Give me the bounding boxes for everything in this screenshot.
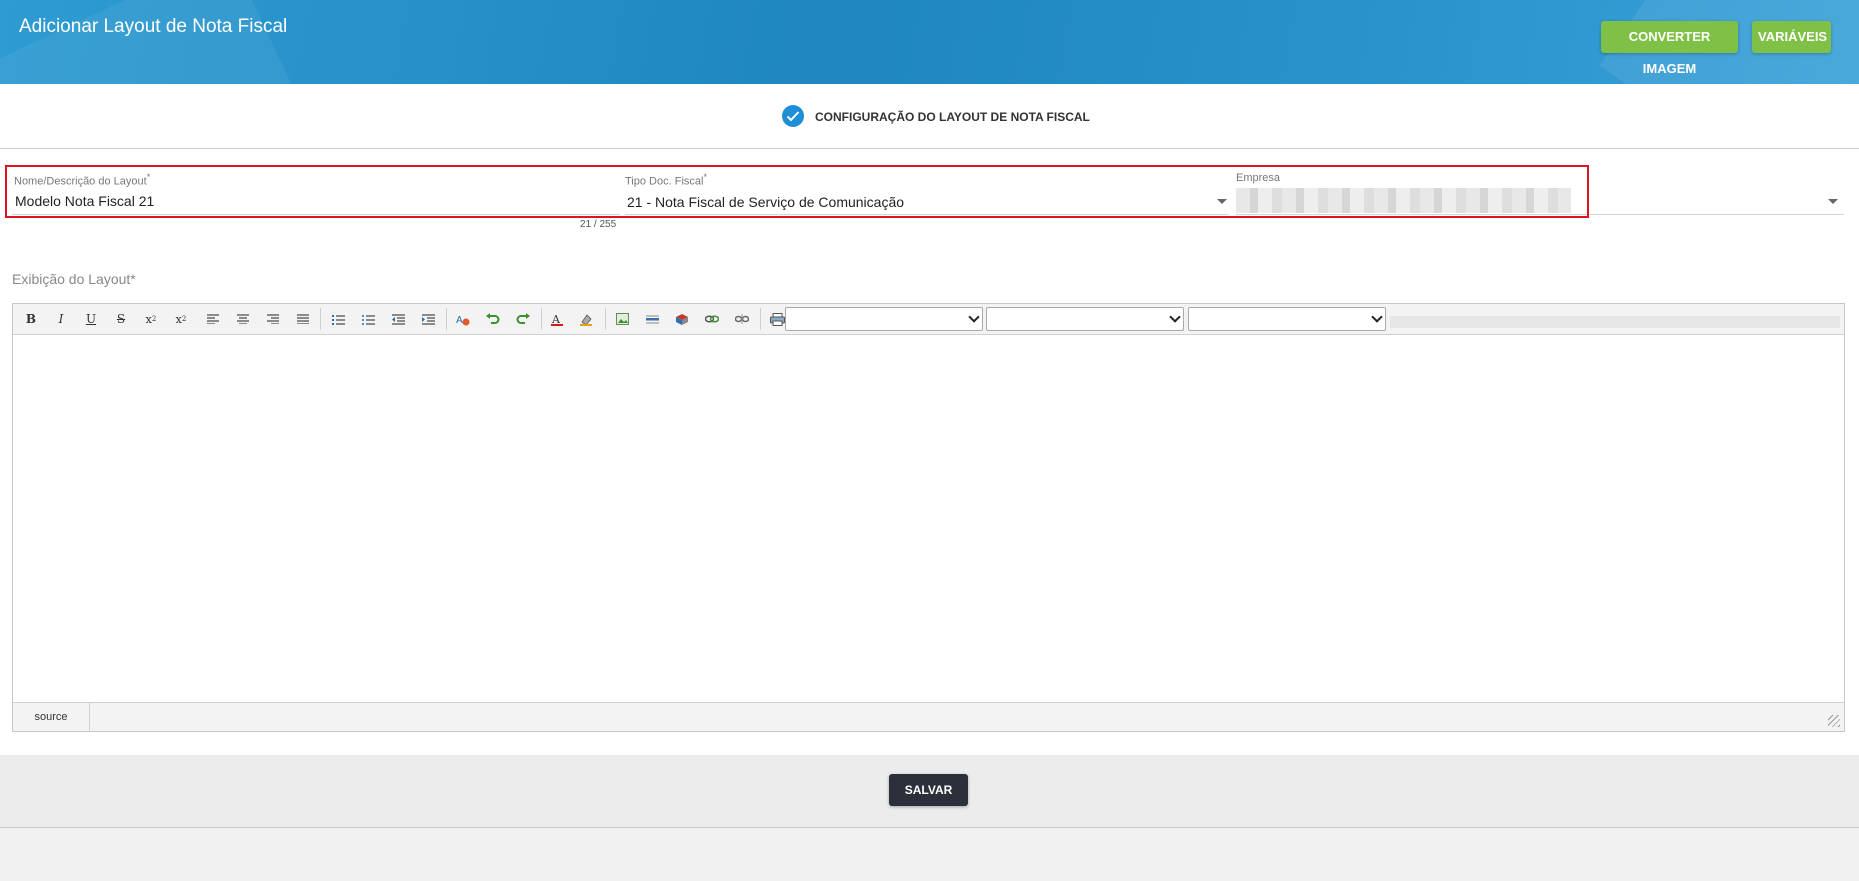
- italic-icon[interactable]: I: [50, 309, 72, 329]
- form-footer: SALVAR: [0, 755, 1859, 828]
- align-right-icon[interactable]: [262, 309, 284, 329]
- chevron-down-icon: [1371, 311, 1383, 323]
- header-decoration: [0, 0, 297, 84]
- step-label: CONFIGURAÇÃO DO LAYOUT DE NOTA FISCAL: [815, 110, 1090, 124]
- ordered-list-icon[interactable]: [327, 309, 349, 329]
- source-toggle-button[interactable]: source: [13, 703, 90, 731]
- underline-icon[interactable]: U: [80, 309, 102, 329]
- empresa-dropdown-icon[interactable]: [1828, 199, 1838, 204]
- align-justify-icon[interactable]: [292, 309, 314, 329]
- toolbar-separator: [760, 308, 761, 330]
- indent-icon[interactable]: [417, 309, 439, 329]
- strikethrough-icon[interactable]: S: [110, 309, 132, 329]
- save-button[interactable]: SALVAR: [889, 774, 968, 806]
- outdent-icon[interactable]: [387, 309, 409, 329]
- horizontal-rule-icon[interactable]: [641, 309, 663, 329]
- toolbar-separator: [541, 308, 542, 330]
- toolbar-separator: [320, 308, 321, 330]
- font-size-select[interactable]: [1188, 307, 1386, 331]
- link-icon[interactable]: [701, 309, 723, 329]
- convert-image-button[interactable]: CONVERTER IMAGEM: [1601, 21, 1738, 76]
- image-icon[interactable]: [611, 309, 633, 329]
- step-check-icon: [782, 105, 804, 127]
- page-header: Adicionar Layout de Nota Fiscal CONVERTE…: [0, 0, 1859, 84]
- unlink-icon[interactable]: [731, 309, 753, 329]
- highlight-color-icon[interactable]: [576, 309, 598, 329]
- toolbar-separator: [605, 308, 606, 330]
- chevron-down-icon: [1169, 311, 1181, 323]
- resize-grip-icon[interactable]: [1828, 715, 1840, 727]
- superscript-icon[interactable]: x2: [170, 309, 192, 329]
- editor-statusbar: source: [13, 702, 1844, 731]
- align-center-icon[interactable]: [232, 309, 254, 329]
- chevron-down-icon: [968, 311, 980, 323]
- editor-label: Exibição do Layout*: [12, 271, 136, 287]
- toolbar-filler: [1390, 316, 1840, 328]
- table-icon[interactable]: [671, 309, 693, 329]
- unordered-list-icon[interactable]: [357, 309, 379, 329]
- bold-icon[interactable]: B: [20, 309, 42, 329]
- font-color-icon[interactable]: A: [546, 309, 568, 329]
- font-family-select[interactable]: [986, 307, 1184, 331]
- stepper: CONFIGURAÇÃO DO LAYOUT DE NOTA FISCAL: [0, 84, 1859, 149]
- page-title: Adicionar Layout de Nota Fiscal: [19, 16, 288, 37]
- editor-content-area[interactable]: [13, 335, 1844, 703]
- redo-icon[interactable]: [512, 309, 534, 329]
- editor-toolbar: B I U S x2 x2 A A: [13, 304, 1844, 335]
- variables-button[interactable]: VARIÁVEIS: [1752, 21, 1831, 53]
- align-left-icon[interactable]: [202, 309, 224, 329]
- name-char-counter: 21 / 255: [580, 219, 617, 230]
- undo-icon[interactable]: [482, 309, 504, 329]
- svg-text:A: A: [456, 315, 463, 326]
- highlight-box: [5, 165, 1589, 218]
- format-select[interactable]: [785, 307, 983, 331]
- remove-format-icon[interactable]: A: [452, 309, 474, 329]
- subscript-icon[interactable]: x2: [140, 309, 162, 329]
- html-editor: B I U S x2 x2 A A source: [12, 303, 1845, 732]
- toolbar-separator: [446, 308, 447, 330]
